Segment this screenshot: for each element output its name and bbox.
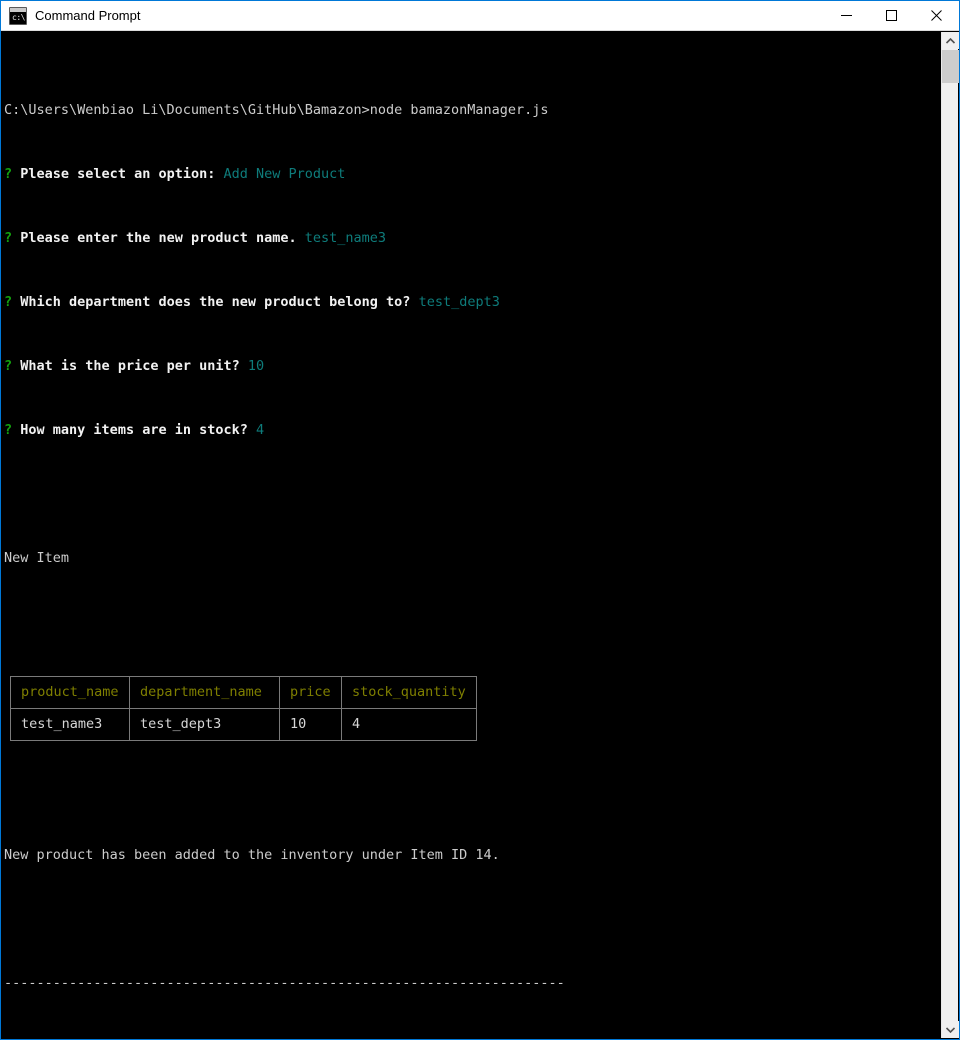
new-item-table: product_name department_name price stock… (10, 676, 477, 741)
prompt-answer: Add New Product (223, 166, 346, 182)
section-label: New Item (4, 550, 70, 566)
scroll-up-button[interactable] (942, 32, 959, 49)
prompt-marker: ? (4, 422, 13, 438)
scroll-down-button[interactable] (942, 1021, 959, 1038)
cell-price: 10 (279, 708, 342, 741)
column-header-stock-quantity: stock_quantity (341, 676, 477, 709)
inquirer-prompt-line: ? Please enter the new product name. tes… (4, 230, 941, 246)
prompt-marker: ? (4, 358, 13, 374)
inquirer-prompt-line: ? What is the price per unit? 10 (4, 358, 941, 374)
vertical-scrollbar[interactable] (941, 32, 959, 1038)
close-button[interactable] (914, 1, 959, 31)
prompt-answer: 10 (247, 358, 265, 374)
maximize-button[interactable] (869, 1, 914, 31)
prompt-answer: test_dept3 (418, 294, 500, 310)
command-line: C:\Users\Wenbiao Li\Documents\GitHub\Bam… (4, 102, 941, 118)
scrollbar-thumb[interactable] (942, 50, 959, 83)
column-header-product-name: product_name (10, 676, 130, 709)
table-row: test_name3 test_dept3 10 4 (10, 708, 477, 741)
prompt-question: What is the price per unit? (20, 358, 240, 374)
prompt-command: node bamazonManager.js (369, 102, 549, 118)
console-area[interactable]: C:\Users\Wenbiao Li\Documents\GitHub\Bam… (2, 32, 959, 1038)
prompt-question: How many items are in stock? (20, 422, 248, 438)
prompt-question: Which department does the new product be… (20, 294, 411, 310)
inquirer-prompt-line: ? Please select an option: Add New Produ… (4, 166, 941, 182)
prompt-answer: 4 (256, 422, 265, 438)
title-bar[interactable]: c:\. Command Prompt (1, 1, 959, 31)
console-output: C:\Users\Wenbiao Li\Documents\GitHub\Bam… (2, 32, 941, 1038)
prompt-marker: ? (4, 230, 13, 246)
cell-product-name: test_name3 (10, 708, 130, 741)
command-prompt-window: c:\. Command Prompt (0, 0, 960, 1040)
cell-department-name: test_dept3 (129, 708, 280, 741)
minimize-button[interactable] (824, 1, 869, 31)
prompt-marker: ? (4, 294, 13, 310)
console-icon: c:\. (9, 6, 27, 25)
inquirer-prompt-line: ? Which department does the new product … (4, 294, 941, 310)
separator-line: ----------------------------------------… (4, 975, 565, 991)
cell-stock-quantity: 4 (341, 708, 477, 741)
column-header-price: price (279, 676, 342, 709)
prompt-question: Please enter the new product name. (20, 230, 297, 246)
column-header-department-name: department_name (129, 676, 280, 709)
prompt-question: Please select an option: (20, 166, 216, 182)
prompt-path: C:\Users\Wenbiao Li\Documents\GitHub\Bam… (4, 102, 370, 118)
inquirer-prompt-line: ? How many items are in stock? 4 (4, 422, 941, 438)
table-header-row: product_name department_name price stock… (10, 676, 477, 709)
window-controls (824, 1, 959, 31)
prompt-marker: ? (4, 166, 13, 182)
result-message: New product has been added to the invent… (4, 847, 500, 863)
window-title: Command Prompt (35, 8, 141, 23)
prompt-answer: test_name3 (304, 230, 387, 246)
